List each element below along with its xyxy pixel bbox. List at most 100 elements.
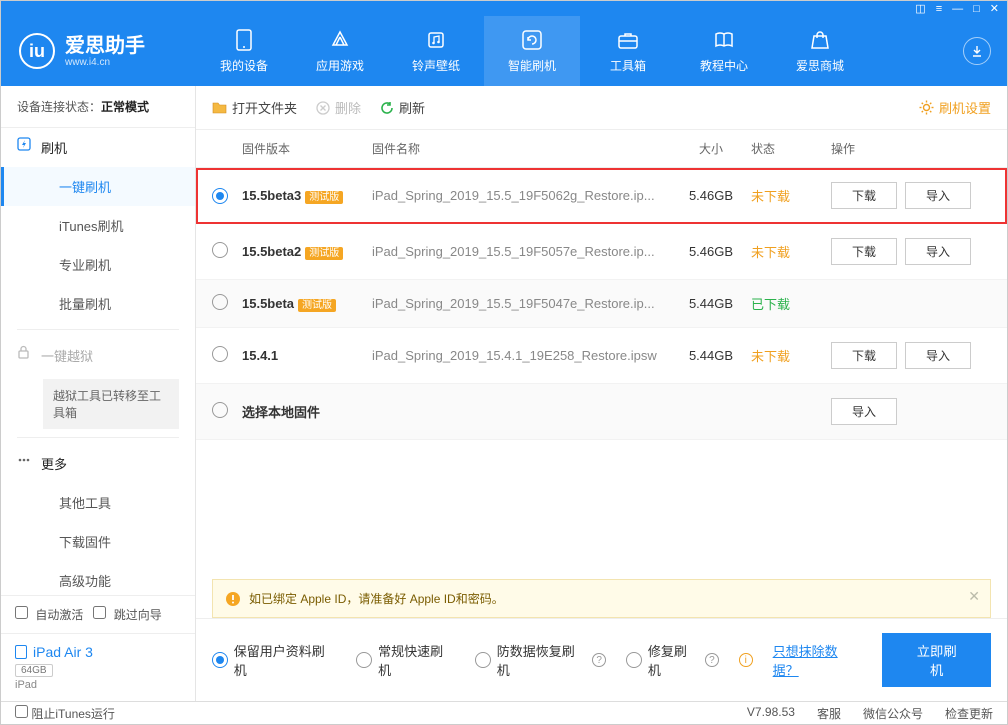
nav-toolbox[interactable]: 工具箱 [580,16,676,86]
skip-guide-checkbox[interactable]: 跳过向导 [93,606,161,623]
jailbreak-note: 越狱工具已转移至工具箱 [43,379,179,429]
sidebar-item-other-tools[interactable]: 其他工具 [1,483,195,522]
gear-icon [919,100,934,115]
toolbar: 打开文件夹 删除 刷新 刷机设置 [196,86,1007,130]
table-header: 固件版本 固件名称 大小 状态 操作 [196,130,1007,168]
firmware-row[interactable]: 15.5beta2测试版iPad_Spring_2019_15.5_19F505… [196,224,1007,280]
footer-service[interactable]: 客服 [817,705,841,722]
connection-status: 设备连接状态：正常模式 [1,86,195,128]
firmware-filename: iPad_Spring_2019_15.5_19F5062g_Restore.i… [372,188,671,203]
download-button[interactable]: 下载 [831,182,897,209]
firmware-version: 15.4.1 [242,348,278,363]
sidebar-item-pro[interactable]: 专业刷机 [1,245,195,284]
col-size: 大小 [671,140,751,157]
import-button[interactable]: 导入 [831,398,897,425]
app-header: iu 爱思助手 www.i4.cn 我的设备 应用游戏 铃声壁纸 智能刷机 工具… [1,16,1007,86]
book-icon [713,29,735,51]
sidebar: 设备连接状态：正常模式 刷机 一键刷机 iTunes刷机 专业刷机 批量刷机 一… [1,86,196,701]
firmware-size: 5.44GB [671,348,751,363]
nav-flash[interactable]: 智能刷机 [484,16,580,86]
flash-opt-repair[interactable]: 修复刷机? [626,641,719,679]
sidebar-group-flash[interactable]: 刷机 [1,128,195,167]
beta-badge: 测试版 [305,191,343,204]
firmware-row[interactable]: 15.4.1 iPad_Spring_2019_15.4.1_19E258_Res… [196,328,1007,384]
sidebar-item-itunes[interactable]: iTunes刷机 [1,206,195,245]
lock-icon [17,345,31,359]
firmware-row[interactable]: 选择本地固件 导入 [196,384,1007,440]
import-button[interactable]: 导入 [905,238,971,265]
flash-icon [17,137,31,151]
download-icon [963,37,991,65]
logo-mark: iu [19,33,55,69]
firmware-row[interactable]: 15.5beta3 测试版 iPad_Spring_2019_15.5_19F506… [196,168,1007,224]
firmware-size: 5.46GB [671,188,751,203]
folder-icon [212,100,227,115]
flash-settings-button[interactable]: 刷机设置 [919,98,991,117]
notice-close-icon[interactable]: ✕ [968,588,980,605]
col-name: 固件名称 [372,140,671,157]
device-name: iPad Air 3 [15,644,181,660]
firmware-radio[interactable] [212,346,228,362]
import-button[interactable]: 导入 [905,342,971,369]
firmware-size: 5.44GB [671,296,751,311]
sidebar-group-more[interactable]: 更多 [1,444,195,483]
app-title: 爱思助手 [65,35,145,57]
sidebar-group-jailbreak: 一键越狱 [1,336,195,375]
refresh-icon [379,100,394,115]
help-icon[interactable]: ? [592,653,606,667]
close-icon[interactable]: ✕ [990,2,999,15]
firmware-status: 未下载 [751,186,831,205]
col-status: 状态 [751,140,831,157]
firmware-radio[interactable] [212,294,228,310]
sidebar-item-oneclick[interactable]: 一键刷机 [1,167,195,206]
firmware-radio[interactable] [212,188,228,204]
nav-tutorials[interactable]: 教程中心 [676,16,772,86]
more-icon [17,453,31,467]
titlebar-btn[interactable]: ≡ [936,3,942,15]
footer-wechat[interactable]: 微信公众号 [863,705,923,722]
download-button[interactable]: 下载 [831,238,897,265]
flash-opt-anti-recovery[interactable]: 防数据恢复刷机? [475,641,606,679]
firmware-radio[interactable] [212,402,228,418]
warning-icon [225,591,241,607]
titlebar-btn[interactable]: ◫ [915,2,925,15]
nav-ringtones[interactable]: 铃声壁纸 [388,16,484,86]
erase-link[interactable]: 只想抹除数据？ [773,641,863,679]
window-titlebar: ◫ ≡ — □ ✕ [1,1,1007,16]
nav-store[interactable]: 爱思商城 [772,16,868,86]
sidebar-item-advanced[interactable]: 高级功能 [1,561,195,595]
firmware-radio[interactable] [212,242,228,258]
toolbox-icon [617,29,639,51]
app-version: V7.98.53 [747,705,795,722]
block-itunes-checkbox[interactable]: 阻止iTunes运行 [15,705,115,722]
flash-now-button[interactable]: 立即刷机 [882,633,991,687]
device-panel[interactable]: iPad Air 3 64GB iPad [1,633,195,701]
flash-options-bar: 保留用户资料刷机 常规快速刷机 防数据恢复刷机? 修复刷机? i 只想抹除数据？… [196,618,1007,701]
help-icon[interactable]: ? [705,653,719,667]
sidebar-item-batch[interactable]: 批量刷机 [1,284,195,323]
flash-opt-normal[interactable]: 常规快速刷机 [356,641,455,679]
logo: iu 爱思助手 www.i4.cn [1,33,196,69]
music-icon [425,29,447,51]
download-button[interactable]: 下载 [831,342,897,369]
store-icon [809,29,831,51]
header-download[interactable] [947,37,1007,65]
open-folder-button[interactable]: 打开文件夹 [212,98,297,117]
maximize-icon[interactable]: □ [973,3,980,15]
firmware-version: 15.5beta3 [242,188,301,203]
nav-my-device[interactable]: 我的设备 [196,16,292,86]
phone-icon [233,29,255,51]
auto-activate-checkbox[interactable]: 自动激活 [15,606,83,623]
footer-update[interactable]: 检查更新 [945,705,993,722]
minimize-icon[interactable]: — [952,3,963,15]
firmware-status: 未下载 [751,346,831,365]
refresh-button[interactable]: 刷新 [379,98,425,117]
app-url: www.i4.cn [65,57,145,68]
flash-opt-keep-data[interactable]: 保留用户资料刷机 [212,641,336,679]
firmware-row[interactable]: 15.5beta测试版iPad_Spring_2019_15.5_19F5047… [196,280,1007,328]
import-button[interactable]: 导入 [905,182,971,209]
sidebar-item-download-fw[interactable]: 下载固件 [1,522,195,561]
nav-apps[interactable]: 应用游戏 [292,16,388,86]
firmware-filename: iPad_Spring_2019_15.4.1_19E258_Restore.i… [372,348,671,363]
firmware-version: 选择本地固件 [242,405,320,420]
